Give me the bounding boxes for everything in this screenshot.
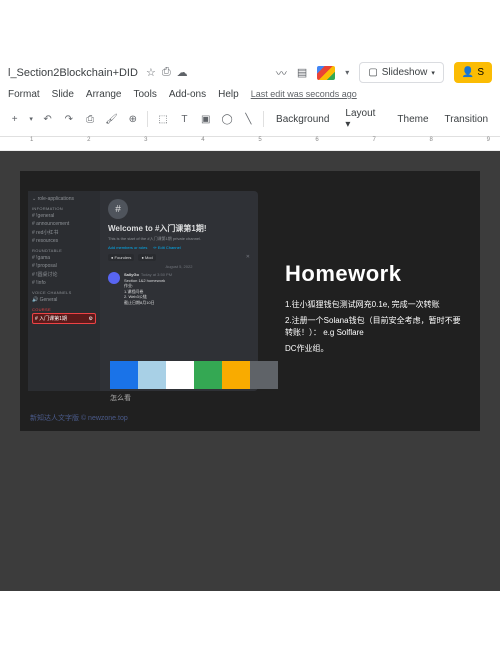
color-palette [110, 361, 278, 389]
cloud-icon[interactable]: ☁ [177, 66, 188, 79]
shape-icon[interactable]: ◯ [220, 112, 233, 126]
comment-icon[interactable]: ▤ [297, 66, 307, 79]
share-button[interactable]: 👤 S [454, 62, 492, 83]
print-icon[interactable]: ⎙ [84, 112, 97, 126]
menu-slide[interactable]: Slide [52, 89, 74, 100]
homework-item: 2.注册一个Solana钱包（目前安全考虑，暂时不要转账！）： e.g Solf… [285, 315, 465, 339]
homework-item: DC作业组。 [285, 343, 465, 355]
channel-roleapp: ⌄ role-applications [32, 195, 96, 203]
meet-icon[interactable] [317, 66, 335, 80]
new-slide-icon[interactable]: + [8, 112, 21, 126]
theme-button[interactable]: Theme [393, 112, 432, 127]
image-icon[interactable]: ▣ [199, 112, 212, 126]
person-icon: 👤 [462, 67, 474, 78]
textbox-icon[interactable]: T [178, 112, 191, 126]
slideshow-button[interactable]: ▢ Slideshow ▾ [359, 62, 444, 83]
discord-welcome: Welcome to #入门课第1期! [108, 223, 250, 234]
menu-help[interactable]: Help [218, 89, 239, 100]
edit-channel-link: ✏ Edit Channel [153, 245, 180, 250]
last-edit-link[interactable]: Last edit was seconds ago [251, 89, 357, 100]
play-icon: ▢ [368, 67, 377, 78]
add-members-link: Add members or roles [108, 245, 147, 250]
transition-button[interactable]: Transition [441, 112, 493, 127]
star-icon[interactable]: ☆ [146, 66, 156, 79]
move-icon[interactable]: ⎙ [162, 66, 171, 79]
redo-icon[interactable]: ↷ [62, 112, 75, 126]
select-icon[interactable]: ⬚ [156, 112, 169, 126]
homework-item: 1.往小狐狸钱包测试网充0.1e, 完成一次转账 [285, 299, 465, 311]
paint-icon[interactable]: 🖌 [105, 112, 118, 126]
homework-title: Homework [285, 261, 465, 287]
undo-icon[interactable]: ↶ [41, 112, 54, 126]
menu-tools[interactable]: Tools [134, 89, 157, 100]
palette-label: 怎么看 [110, 393, 131, 403]
layout-button[interactable]: Layout ▾ [341, 106, 385, 132]
footer-link: 新知达人文字版 © newzone.top [30, 413, 128, 423]
menu-arrange[interactable]: Arrange [86, 89, 122, 100]
menu-format[interactable]: Format [8, 89, 40, 100]
avatar [108, 272, 120, 284]
background-button[interactable]: Background [272, 112, 333, 127]
zoom-icon[interactable]: ⊕ [126, 112, 139, 126]
line-icon[interactable]: ╲ [242, 112, 255, 126]
trend-icon[interactable]: 〰 [276, 65, 287, 81]
slide-content: ⌄ role-applications INFORMATION # !gener… [20, 171, 480, 431]
hash-icon: # [108, 199, 128, 219]
document-title: l_Section2Blockchain+DID [8, 67, 138, 79]
slide-canvas[interactable]: ⌄ role-applications INFORMATION # !gener… [0, 151, 500, 591]
channel-active: # 入门课第1期 ⚙ [32, 313, 96, 324]
menu-addons[interactable]: Add-ons [169, 89, 206, 100]
horizontal-ruler: 123456789 [0, 137, 500, 151]
